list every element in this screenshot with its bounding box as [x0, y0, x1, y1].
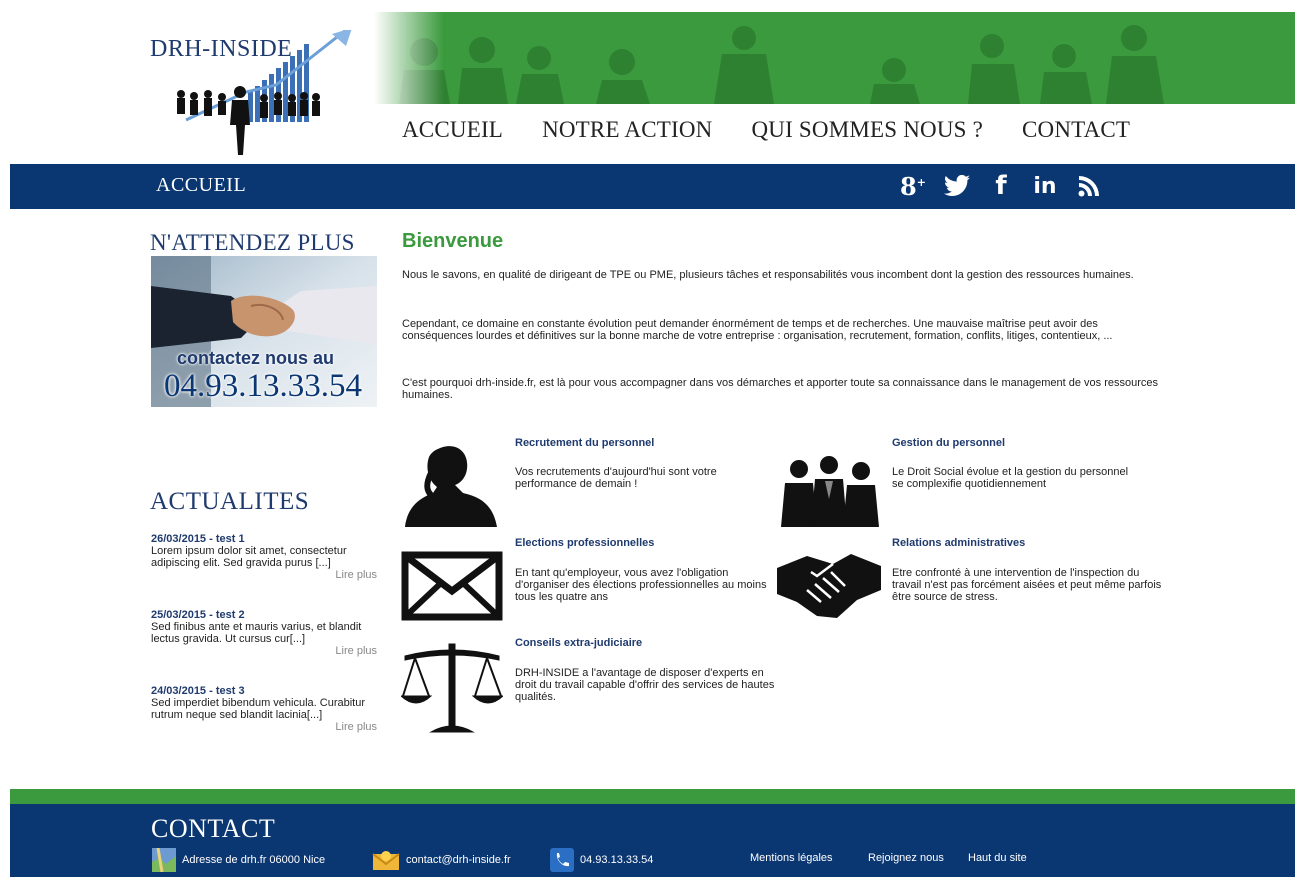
- footer-title: CONTACT: [151, 814, 276, 843]
- footer-phone-text: 04.93.13.33.54: [580, 854, 654, 866]
- news-title[interactable]: 26/03/2015 - test 1: [151, 533, 377, 545]
- service-title[interactable]: Conseils extra-judiciaire: [515, 637, 642, 649]
- service-title[interactable]: Recrutement du personnel: [515, 437, 654, 449]
- nav-accueil[interactable]: ACCUEIL: [402, 117, 503, 147]
- phone-icon: [550, 848, 574, 872]
- nav-qui-sommes-nous[interactable]: QUI SOMMES NOUS ?: [751, 117, 983, 147]
- footer-address-text: Adresse de drh.fr 06000 Nice: [182, 854, 326, 866]
- read-more-link[interactable]: Lire plus: [151, 721, 377, 733]
- twitter-icon[interactable]: [939, 169, 975, 203]
- service-title[interactable]: Relations administratives: [892, 537, 1025, 549]
- promo-phone: 04.93.13.33.54: [164, 368, 362, 404]
- page-title-bar: ACCUEIL 8+ f in: [10, 164, 1295, 209]
- page-title: ACCUEIL: [156, 174, 247, 196]
- service-text: Le Droit Social évolue et la gestion du …: [892, 466, 1129, 490]
- footer-link-mentions[interactable]: Mentions légales: [750, 852, 833, 864]
- envelope-icon: [401, 551, 503, 621]
- service-text: DRH-INSIDE a l'avantage de disposer d'ex…: [515, 667, 775, 703]
- logo-text: DRH-INSIDE: [150, 36, 293, 62]
- intro-paragraph: Nous le savons, en qualité de dirigeant …: [402, 269, 1134, 281]
- news-item: 26/03/2015 - test 1 Lorem ipsum dolor si…: [151, 533, 377, 581]
- news-excerpt: Sed imperdiet bibendum vehicula. Curabit…: [151, 697, 366, 721]
- welcome-title: Bienvenue: [402, 230, 504, 252]
- main-navigation: ACCUEIL NOTRE ACTION QUI SOMMES NOUS ? C…: [402, 117, 1169, 147]
- email-icon: [372, 851, 400, 870]
- footer-email-text[interactable]: contact@drh-inside.fr: [406, 854, 511, 866]
- map-icon: [152, 848, 176, 872]
- footer-link-join[interactable]: Rejoignez nous: [868, 852, 944, 864]
- sidebar-heading: N'ATTENDEZ PLUS: [150, 230, 355, 255]
- linkedin-icon[interactable]: in: [1027, 169, 1063, 203]
- news-item: 25/03/2015 - test 2 Sed finibus ante et …: [151, 609, 377, 657]
- nav-contact[interactable]: CONTACT: [1022, 117, 1130, 147]
- service-text: Vos recrutements d'aujourd'hui sont votr…: [515, 466, 717, 490]
- read-more-link[interactable]: Lire plus: [151, 645, 377, 657]
- footer-link-top[interactable]: Haut du site: [968, 852, 1027, 864]
- header-banner: [374, 12, 1295, 104]
- news-title[interactable]: 24/03/2015 - test 3: [151, 685, 377, 697]
- news-excerpt: Lorem ipsum dolor sit amet, consectetur …: [151, 545, 347, 569]
- contact-promo-banner[interactable]: contactez nous au 04.93.13.33.54: [151, 256, 377, 407]
- news-title[interactable]: 25/03/2015 - test 2: [151, 609, 377, 621]
- footer-accent-bar: [10, 789, 1295, 804]
- news-excerpt: Sed finibus ante et mauris varius, et bl…: [151, 621, 362, 645]
- service-title[interactable]: Gestion du personnel: [892, 437, 1005, 449]
- service-text: En tant qu'employeur, vous avez l'obliga…: [515, 567, 767, 603]
- footer-phone: 04.93.13.33.54: [550, 847, 653, 873]
- group-people-icon: [781, 456, 879, 527]
- intro-paragraph: Cependant, ce domaine en constante évolu…: [402, 318, 1113, 342]
- silhouette-woman-icon: [405, 446, 497, 527]
- site-logo[interactable]: DRH-INSIDE: [146, 30, 371, 160]
- news-item: 24/03/2015 - test 3 Sed imperdiet bibend…: [151, 685, 377, 733]
- service-text: Etre confronté à une intervention de l'i…: [892, 567, 1162, 603]
- handshake-icon: [777, 554, 881, 618]
- footer-address: Adresse de drh.fr 06000 Nice: [152, 847, 325, 873]
- service-title[interactable]: Elections professionnelles: [515, 537, 654, 549]
- footer-email[interactable]: contact@drh-inside.fr: [372, 847, 511, 873]
- intro-paragraph: C'est pourquoi drh-inside.fr, est là pou…: [402, 377, 1159, 401]
- read-more-link[interactable]: Lire plus: [151, 569, 377, 581]
- social-links: 8+ f in: [895, 169, 1115, 203]
- nav-notre-action[interactable]: NOTRE ACTION: [542, 117, 712, 147]
- scales-icon: [401, 643, 503, 733]
- rss-icon[interactable]: [1071, 169, 1107, 203]
- banner-fade: [374, 12, 444, 104]
- news-heading: ACTUALITES: [150, 488, 310, 515]
- google-plus-icon[interactable]: 8+: [895, 169, 931, 203]
- business-people-silhouettes: [399, 25, 1164, 104]
- footer: CONTACT Adresse de drh.fr 06000 Nice con…: [10, 804, 1295, 877]
- promo-text: contactez nous au: [177, 348, 335, 368]
- facebook-icon[interactable]: f: [983, 169, 1019, 203]
